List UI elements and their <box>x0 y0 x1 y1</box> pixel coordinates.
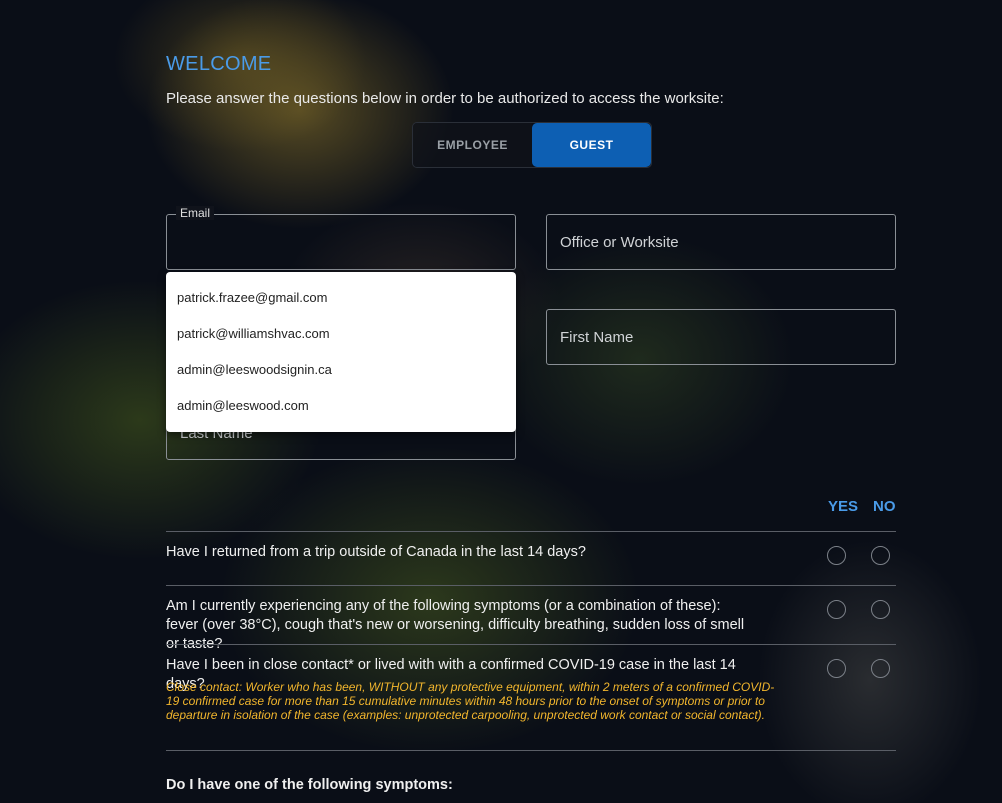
employee-toggle-button[interactable]: EMPLOYEE <box>413 123 532 167</box>
question-close-contact-yes-radio[interactable] <box>827 659 846 678</box>
office-worksite-field[interactable]: Office or Worksite <box>546 214 896 270</box>
close-contact-note: Close contact: Worker who has been, WITH… <box>166 680 775 722</box>
email-suggestion[interactable]: patrick.frazee@gmail.com <box>166 280 516 316</box>
question-travel-yes-radio[interactable] <box>827 546 846 565</box>
email-suggestion[interactable]: patrick@williamshvac.com <box>166 316 516 352</box>
intro-text: Please answer the questions below in ord… <box>166 90 724 107</box>
divider <box>166 531 896 532</box>
email-label: Email <box>176 206 215 220</box>
first-name-placeholder: First Name <box>560 329 634 346</box>
email-suggestion[interactable]: admin@leeswoodsignin.ca <box>166 352 516 388</box>
guest-toggle-button[interactable]: GUEST <box>532 123 651 167</box>
email-suggestions-dropdown: patrick.frazee@gmail.com patrick@william… <box>166 272 516 432</box>
first-name-field[interactable]: First Name <box>546 309 896 365</box>
divider <box>166 644 896 645</box>
yes-column-header: YES <box>828 498 859 515</box>
divider <box>166 750 896 751</box>
email-field[interactable]: Email <box>166 206 516 270</box>
page-title: WELCOME <box>166 53 272 75</box>
user-type-toggle: EMPLOYEE GUEST <box>412 122 652 168</box>
symptoms-heading: Do I have one of the following symptoms: <box>166 777 453 793</box>
question-travel: Have I returned from a trip outside of C… <box>166 544 586 560</box>
email-suggestion[interactable]: admin@leeswood.com <box>166 388 516 424</box>
question-symptoms-no-radio[interactable] <box>871 600 890 619</box>
divider <box>166 585 896 586</box>
question-travel-no-radio[interactable] <box>871 546 890 565</box>
question-close-contact-no-radio[interactable] <box>871 659 890 678</box>
no-column-header: NO <box>873 498 896 515</box>
question-symptoms-yes-radio[interactable] <box>827 600 846 619</box>
question-symptoms: Am I currently experiencing any of the f… <box>166 598 745 652</box>
office-worksite-placeholder: Office or Worksite <box>560 234 679 251</box>
